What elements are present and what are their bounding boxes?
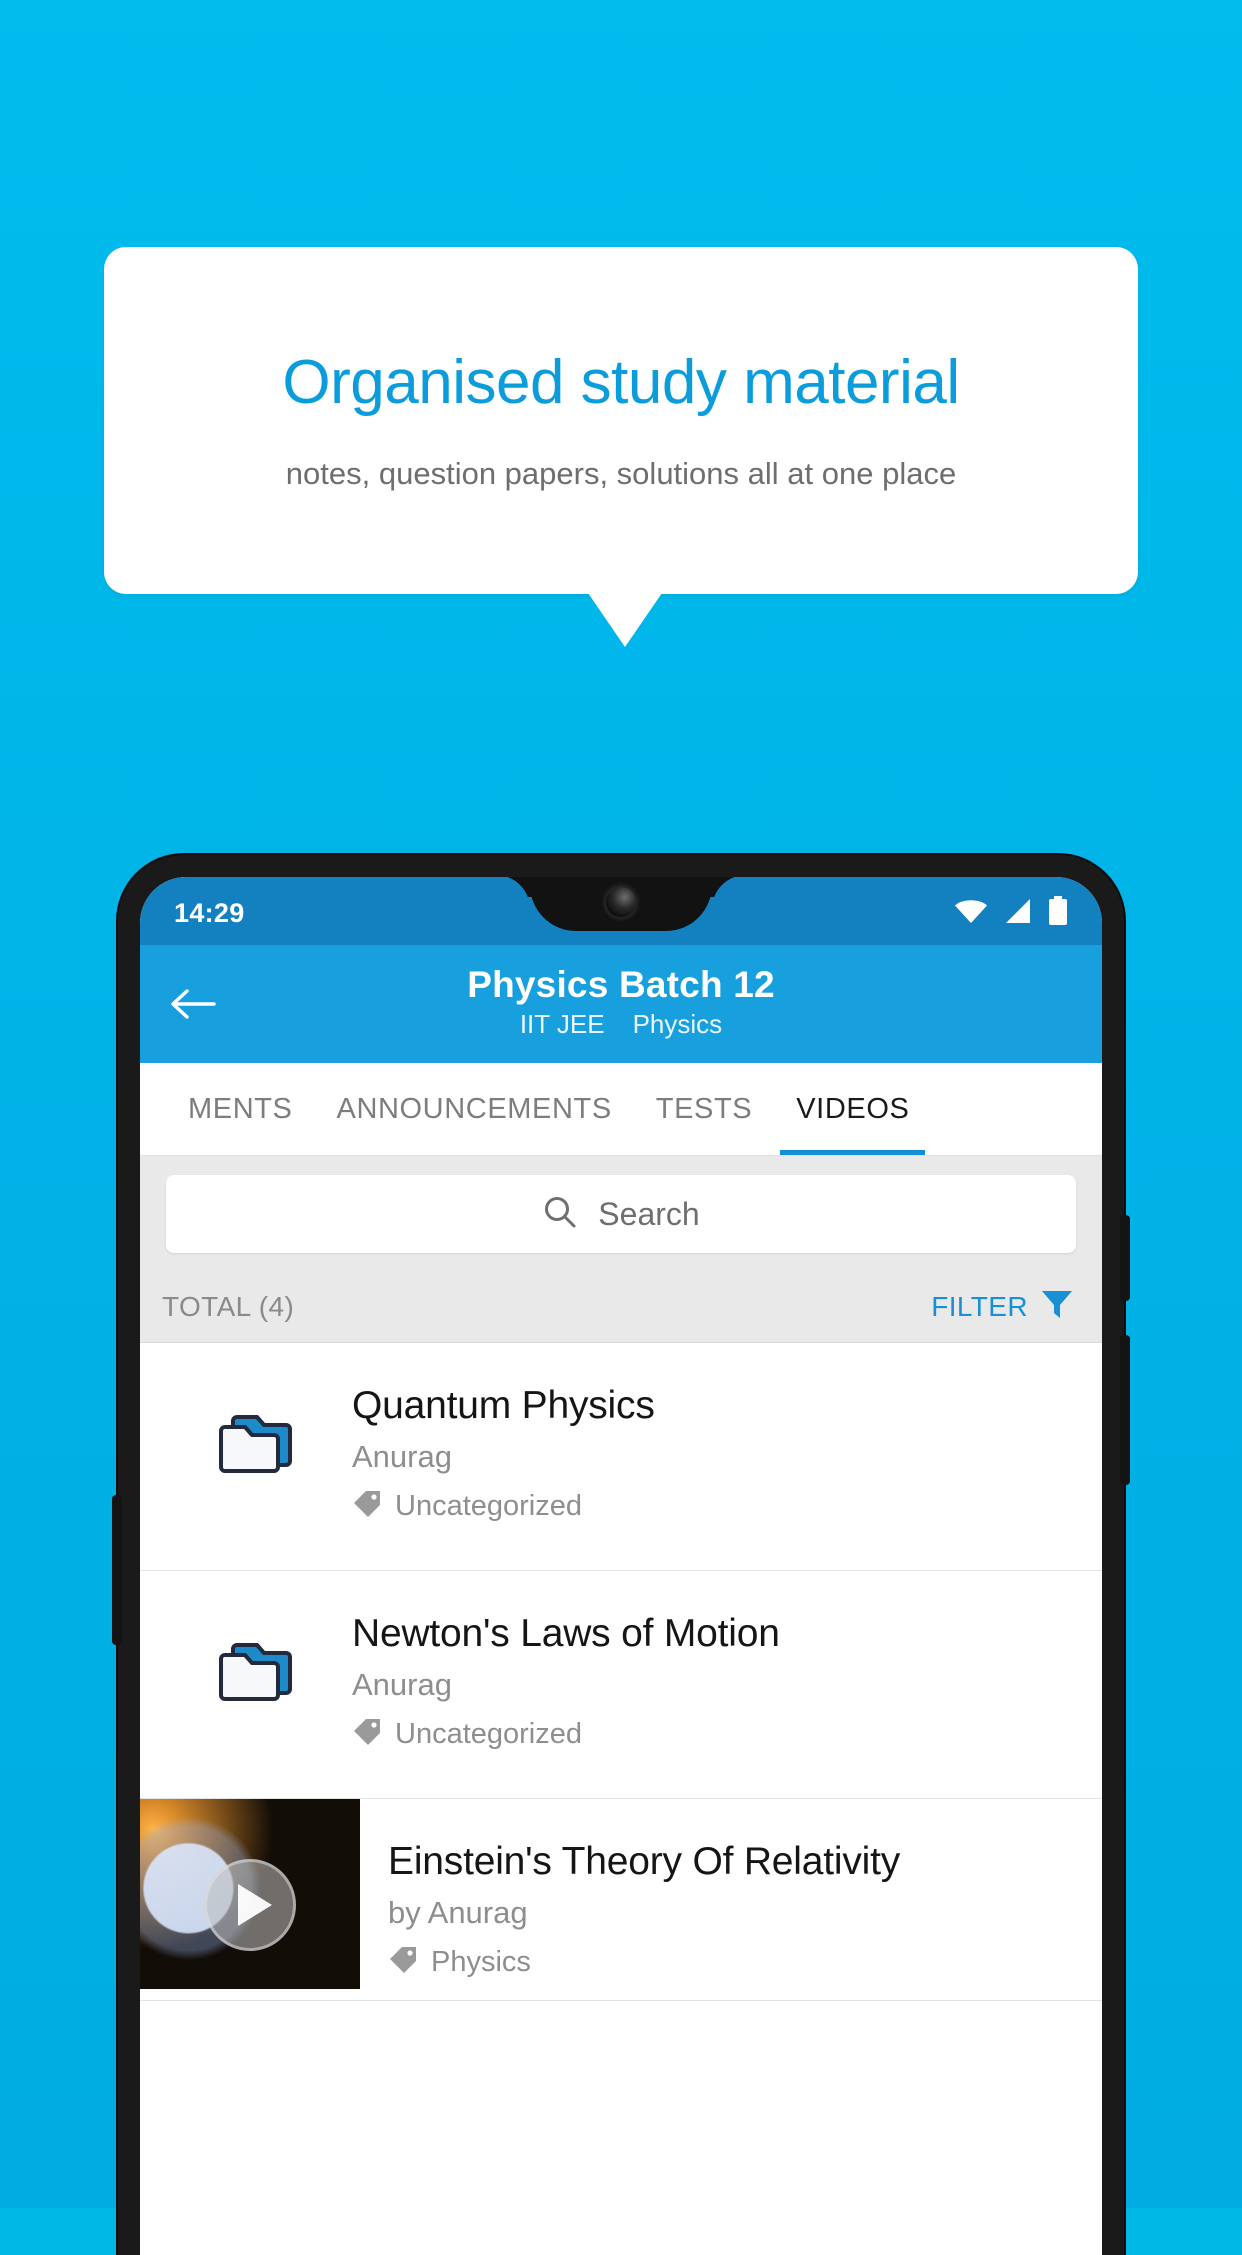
filter-label: FILTER [931,1290,1028,1322]
tag-icon [388,1945,418,1980]
front-camera-icon [606,887,636,917]
content-list: Quantum Physics Anurag Uncategorized New… [140,1343,1102,2001]
app-bar-titles: Physics Batch 12 IIT JEE Physics [140,964,1102,1045]
phone-volume-button [1120,1335,1130,1485]
tab-announcements[interactable]: ANNOUNCEMENTS [315,1063,634,1155]
tab-bar: MENTS ANNOUNCEMENTS TESTS VIDEOS [140,1063,1102,1155]
phone-side-button-left [112,1495,122,1645]
tab-videos[interactable]: VIDEOS [774,1063,931,1155]
video-thumbnail[interactable] [140,1799,360,1989]
app-bar: Physics Batch 12 IIT JEE Physics [140,945,1102,1063]
list-item-body: Einstein's Theory Of Relativity by Anura… [360,1799,1102,2000]
total-count-label: TOTAL (4) [162,1290,295,1322]
subtitle-exam: IIT JEE [519,1009,605,1040]
list-item-body: Newton's Laws of Motion Anurag Uncategor… [352,1611,1078,1752]
phone-device-frame: 14:29 Physics Batch 12 IIT JEE Physics M… [112,855,1130,2255]
tag-icon [352,1489,382,1524]
phone-screen: 14:29 Physics Batch 12 IIT JEE Physics M… [140,877,1102,2255]
list-item[interactable]: Quantum Physics Anurag Uncategorized [140,1343,1102,1571]
search-area: Search [140,1155,1102,1271]
search-icon [542,1194,578,1235]
list-item-title: Newton's Laws of Motion [352,1612,780,1655]
status-bar-clock: 14:29 [174,897,245,928]
app-bar-subtitle: IIT JEE Physics [140,1009,1102,1040]
list-item-tag: Uncategorized [395,1717,582,1750]
promo-subheadline: notes, question papers, solutions all at… [285,455,957,491]
wifi-icon [954,898,988,929]
list-item-tagline: Uncategorized [352,1489,1068,1524]
tab-tests[interactable]: TESTS [634,1063,774,1155]
search-placeholder: Search [598,1195,700,1232]
list-item-title: Quantum Physics [352,1384,655,1427]
list-item[interactable]: Einstein's Theory Of Relativity by Anura… [140,1799,1102,2001]
subtitle-subject: Physics [632,1009,723,1040]
folder-icon [164,1611,352,1705]
back-arrow-icon[interactable] [166,977,220,1031]
tab-ments[interactable]: MENTS [166,1063,315,1155]
list-item-author: Anurag [352,1666,452,1702]
filter-button[interactable]: FILTER [931,1287,1074,1326]
list-item-tag: Physics [431,1945,531,1978]
list-item-tag: Uncategorized [395,1489,582,1522]
folder-icon [164,1383,352,1477]
search-input[interactable]: Search [166,1175,1076,1253]
promo-callout-card: Organised study material notes, question… [104,247,1138,594]
status-bar-icons [954,895,1068,931]
callout-tail [588,593,662,647]
page-title: Physics Batch 12 [467,963,775,1005]
tag-icon [352,1717,382,1752]
list-item-author: Anurag [352,1438,452,1474]
filter-funnel-icon [1040,1287,1074,1326]
list-item-body: Quantum Physics Anurag Uncategorized [352,1383,1078,1524]
play-icon[interactable] [204,1859,296,1952]
list-item-tagline: Uncategorized [352,1717,1068,1752]
status-bar: 14:29 [140,877,1102,945]
battery-icon [1048,895,1068,931]
list-item-author: by Anurag [388,1894,528,1930]
list-item-title: Einstein's Theory Of Relativity [388,1840,901,1883]
list-header-row: TOTAL (4) FILTER [140,1271,1102,1343]
phone-power-button [1120,1215,1130,1301]
signal-icon [1004,898,1032,929]
promo-headline: Organised study material [282,348,960,418]
camera-notch [530,877,712,931]
list-item-tagline: Physics [388,1945,1088,1980]
list-item[interactable]: Newton's Laws of Motion Anurag Uncategor… [140,1571,1102,1799]
